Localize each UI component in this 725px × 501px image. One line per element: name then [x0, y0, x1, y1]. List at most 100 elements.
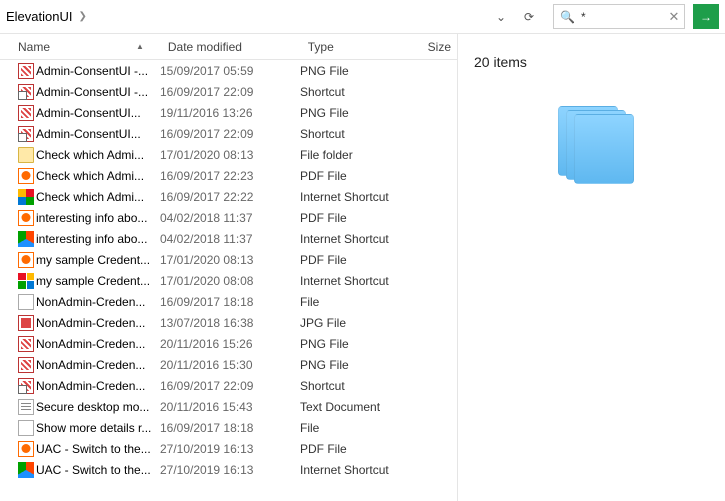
file-date: 17/01/2020 08:08	[160, 274, 300, 288]
png-file-icon	[18, 63, 34, 79]
file-list-pane: Name ▲ Date modified Type Size Admin-Con…	[0, 34, 458, 501]
file-row[interactable]: Check which Admi...16/09/2017 22:22Inter…	[0, 186, 457, 207]
file-name: Admin-ConsentUI...	[36, 127, 160, 141]
file-row[interactable]: UAC - Switch to the...27/10/2019 16:13PD…	[0, 438, 457, 459]
file-row[interactable]: Check which Admi...17/01/2020 08:13File …	[0, 144, 457, 165]
file-row[interactable]: interesting info abo...04/02/2018 11:37P…	[0, 207, 457, 228]
file-name: Secure desktop mo...	[36, 400, 160, 414]
file-row[interactable]: my sample Credent...17/01/2020 08:08Inte…	[0, 270, 457, 291]
file-type: File folder	[300, 148, 420, 162]
file-date: 04/02/2018 11:37	[160, 211, 300, 225]
file-type: PDF File	[300, 169, 420, 183]
search-input[interactable]: *	[581, 10, 586, 24]
file-name: my sample Credent...	[36, 253, 160, 267]
web-shortcut-icon	[18, 273, 34, 289]
file-date: 16/09/2017 22:09	[160, 379, 300, 393]
column-header-type[interactable]: Type	[300, 40, 420, 54]
file-row[interactable]: Admin-ConsentUI -...16/09/2017 22:09Shor…	[0, 81, 457, 102]
file-name: Show more details r...	[36, 421, 160, 435]
column-header-name[interactable]: Name ▲	[0, 40, 160, 54]
file-date: 17/01/2020 08:13	[160, 148, 300, 162]
file-name: interesting info abo...	[36, 232, 160, 246]
file-type: Text Document	[300, 400, 420, 414]
text-file-icon	[18, 399, 34, 415]
file-name: Admin-ConsentUI...	[36, 106, 160, 120]
file-row[interactable]: NonAdmin-Creden...13/07/2018 16:38JPG Fi…	[0, 312, 457, 333]
file-name: NonAdmin-Creden...	[36, 337, 160, 351]
file-date: 13/07/2018 16:38	[160, 316, 300, 330]
file-type: PNG File	[300, 64, 420, 78]
png-shortcut-icon	[18, 126, 34, 142]
history-dropdown-button[interactable]: ⌄	[489, 5, 513, 29]
file-name: UAC - Switch to the...	[36, 463, 160, 477]
png-file-icon	[18, 336, 34, 352]
firefox-shortcut-icon	[18, 231, 34, 247]
file-name: Check which Admi...	[36, 169, 160, 183]
refresh-button[interactable]: ⟳	[517, 5, 541, 29]
file-date: 19/11/2016 13:26	[160, 106, 300, 120]
file-name: NonAdmin-Creden...	[36, 316, 160, 330]
column-header-date[interactable]: Date modified	[160, 40, 300, 54]
file-name: NonAdmin-Creden...	[36, 295, 160, 309]
file-name: Admin-ConsentUI -...	[36, 64, 160, 78]
pdf-file-icon	[18, 252, 34, 268]
file-date: 20/11/2016 15:43	[160, 400, 300, 414]
file-row[interactable]: Check which Admi...16/09/2017 22:23PDF F…	[0, 165, 457, 186]
file-row[interactable]: Admin-ConsentUI -...15/09/2017 05:59PNG …	[0, 60, 457, 81]
file-type: PDF File	[300, 442, 420, 456]
file-date: 16/09/2017 22:09	[160, 85, 300, 99]
file-date: 16/09/2017 18:18	[160, 295, 300, 309]
file-rows: Admin-ConsentUI -...15/09/2017 05:59PNG …	[0, 60, 457, 501]
sort-asc-icon: ▲	[136, 42, 144, 51]
column-header-size[interactable]: Size	[420, 40, 457, 54]
search-go-button[interactable]: →	[693, 4, 719, 29]
png-file-icon	[18, 105, 34, 121]
file-row[interactable]: Admin-ConsentUI...16/09/2017 22:09Shortc…	[0, 123, 457, 144]
folder-icon	[18, 147, 34, 163]
pdf-file-icon	[18, 210, 34, 226]
file-row[interactable]: my sample Credent...17/01/2020 08:13PDF …	[0, 249, 457, 270]
file-type: File	[300, 421, 420, 435]
file-date: 16/09/2017 22:22	[160, 190, 300, 204]
internet-shortcut-icon	[18, 189, 34, 205]
file-date: 20/11/2016 15:26	[160, 337, 300, 351]
file-row[interactable]: Show more details r...16/09/2017 18:18Fi…	[0, 417, 457, 438]
file-date: 17/01/2020 08:13	[160, 253, 300, 267]
file-type: PNG File	[300, 337, 420, 351]
file-date: 27/10/2019 16:13	[160, 442, 300, 456]
file-row[interactable]: NonAdmin-Creden...16/09/2017 22:09Shortc…	[0, 375, 457, 396]
file-row[interactable]: Secure desktop mo...20/11/2016 15:43Text…	[0, 396, 457, 417]
breadcrumb[interactable]: ElevationUI ❯	[6, 9, 87, 24]
file-row[interactable]: NonAdmin-Creden...20/11/2016 15:26PNG Fi…	[0, 333, 457, 354]
file-type: PNG File	[300, 106, 420, 120]
refresh-icon: ⟳	[524, 10, 534, 24]
chevron-right-icon[interactable]: ❯	[78, 11, 86, 22]
file-row[interactable]: Admin-ConsentUI...19/11/2016 13:26PNG Fi…	[0, 102, 457, 123]
file-date: 20/11/2016 15:30	[160, 358, 300, 372]
breadcrumb-current[interactable]: ElevationUI	[6, 9, 72, 24]
jpg-file-icon	[18, 315, 34, 331]
file-row[interactable]: UAC - Switch to the...27/10/2019 16:13In…	[0, 459, 457, 480]
file-type: Internet Shortcut	[300, 190, 420, 204]
file-date: 15/09/2017 05:59	[160, 64, 300, 78]
clear-search-button[interactable]: ✕	[664, 9, 684, 25]
file-date: 16/09/2017 22:23	[160, 169, 300, 183]
file-row[interactable]: NonAdmin-Creden...16/09/2017 18:18File	[0, 291, 457, 312]
file-type: Shortcut	[300, 379, 420, 393]
file-date: 16/09/2017 22:09	[160, 127, 300, 141]
file-name: NonAdmin-Creden...	[36, 379, 160, 393]
item-count: 20 items	[474, 54, 709, 70]
png-shortcut-icon	[18, 378, 34, 394]
file-name: Admin-ConsentUI -...	[36, 85, 160, 99]
file-type: Shortcut	[300, 127, 420, 141]
search-icon: 🔍	[560, 10, 575, 24]
search-box[interactable]: 🔍 * ✕	[553, 4, 685, 29]
file-name: NonAdmin-Creden...	[36, 358, 160, 372]
file-name: UAC - Switch to the...	[36, 442, 160, 456]
file-row[interactable]: NonAdmin-Creden...20/11/2016 15:30PNG Fi…	[0, 354, 457, 375]
file-date: 16/09/2017 18:18	[160, 421, 300, 435]
file-row[interactable]: interesting info abo...04/02/2018 11:37I…	[0, 228, 457, 249]
file-type: File	[300, 295, 420, 309]
file-date: 04/02/2018 11:37	[160, 232, 300, 246]
file-type: PNG File	[300, 358, 420, 372]
